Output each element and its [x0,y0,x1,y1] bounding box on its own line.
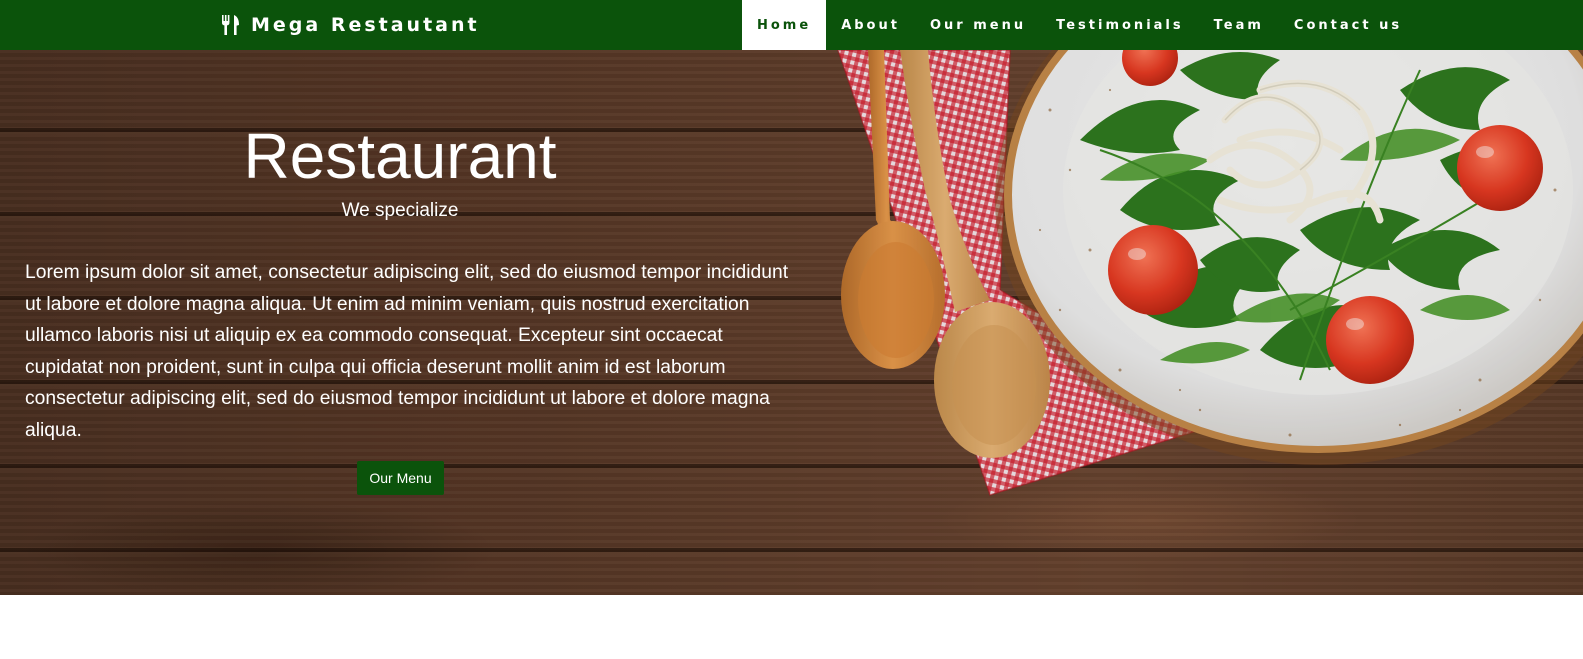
nav-menu: Home About Our menu Testimonials Team Co… [742,0,1417,50]
utensils-icon [222,15,239,35]
nav-item-team[interactable]: Team [1199,0,1279,50]
hero-subtitle: We specialize [341,200,459,221]
navbar: Mega Restautant Home About Our menu Test… [0,0,1583,50]
nav-item-home[interactable]: Home [742,0,827,50]
hero-description: Lorem ipsum dolor sit amet, consectetur … [25,262,789,441]
our-menu-button[interactable]: Our Menu [357,461,444,495]
nav-item-testimonials[interactable]: Testimonials [1041,0,1199,50]
hero-section: Restaurant We specialize Lorem ipsum dol… [0,50,1583,595]
hero-title: Restaurant [243,120,557,192]
nav-item-about[interactable]: About [826,0,915,50]
brand-link[interactable]: Mega Restautant [221,0,480,50]
brand-name: Mega Restautant [251,14,480,36]
nav-item-our-menu[interactable]: Our menu [915,0,1041,50]
nav-item-contact-us[interactable]: Contact us [1279,0,1417,50]
